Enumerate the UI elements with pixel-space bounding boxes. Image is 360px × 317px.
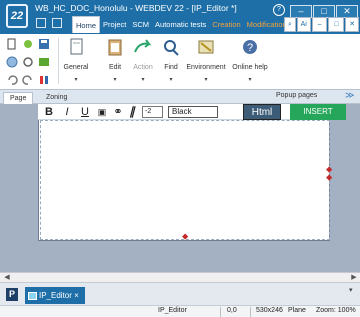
underline-button[interactable]: U xyxy=(80,105,90,119)
bold-button[interactable]: B xyxy=(44,105,54,119)
scroll-right-icon[interactable]: ▶ xyxy=(349,273,359,282)
ribbon-online-help-button[interactable]: ? Online help ▾ xyxy=(230,38,270,83)
panel-tabs: Page Zoning Popup pages ≫ xyxy=(0,90,360,104)
menu-bar: Home Project SCM Automatic tests Creatio… xyxy=(72,16,290,33)
window-title: WB_HC_DOC_Honolulu - WEBDEV 22 - [IP_Edi… xyxy=(35,3,237,13)
chevron-down-icon[interactable]: ▾ xyxy=(248,76,251,83)
html-editor-control[interactable] xyxy=(38,104,330,241)
resize-handle-right-icon[interactable]: ⬥ xyxy=(326,172,332,183)
svg-text:?: ? xyxy=(247,42,253,54)
status-separator xyxy=(220,307,221,317)
save-quick-icon[interactable] xyxy=(36,18,46,28)
document-icon xyxy=(70,38,83,55)
inner-maximize-button[interactable]: □ xyxy=(328,17,345,32)
ribbon-edit-label: Edit xyxy=(108,64,122,71)
editor-area: B I U ▣ ⚭ ∥ -2 Black Html INSERT ⬥ ⬥ ⬥ xyxy=(0,104,360,280)
globe-icon[interactable] xyxy=(6,56,18,68)
status-element-name: IP_Editor xyxy=(158,307,187,314)
insert-button[interactable]: INSERT xyxy=(290,104,346,120)
menu-automatic-tests[interactable]: Automatic tests xyxy=(152,16,209,33)
status-size: 530x246 xyxy=(256,307,283,314)
chevron-down-icon[interactable]: ▾ xyxy=(204,76,207,83)
ribbon-find-button[interactable]: Find ▾ xyxy=(158,38,184,83)
ribbon-environment-label: Environment xyxy=(186,64,226,71)
link-icon[interactable]: ⚭ xyxy=(112,105,124,119)
refresh-icon[interactable] xyxy=(22,56,34,68)
tab-zoning[interactable]: Zoning xyxy=(40,92,73,104)
insert-image-icon[interactable]: ▣ xyxy=(96,105,108,119)
chevron-down-icon[interactable]: ▾ xyxy=(74,76,77,83)
document-tab-bar: P IP_Editor × ▾ xyxy=(0,282,360,305)
ribbon-general-button[interactable]: General ▾ xyxy=(60,38,92,83)
chevron-down-icon[interactable]: ▾ xyxy=(141,76,144,83)
inner-close-button[interactable]: ✕ xyxy=(345,17,360,32)
undo-icon[interactable] xyxy=(6,74,18,86)
help-icon[interactable]: ? xyxy=(273,4,285,16)
redo-icon[interactable] xyxy=(22,74,34,86)
help-book-icon: ? xyxy=(243,40,257,54)
status-coordinates: 0,0 xyxy=(227,307,237,314)
status-separator xyxy=(250,307,251,317)
close-tab-icon[interactable]: × xyxy=(74,291,79,300)
open-project-icon[interactable] xyxy=(22,38,34,50)
ribbon-action-label: Action xyxy=(133,64,153,71)
clipboard-icon xyxy=(108,39,122,56)
chevron-down-icon[interactable]: ▾ xyxy=(113,76,116,83)
tab-page[interactable]: Page xyxy=(3,92,34,104)
double-chevron-icon[interactable]: ≫ xyxy=(345,90,354,101)
chevron-down-icon[interactable]: ▾ xyxy=(349,286,353,294)
menu-creation[interactable]: Creation xyxy=(209,16,243,33)
page-icon xyxy=(28,291,37,300)
menu-scm[interactable]: SCM xyxy=(129,16,152,33)
compare-icon[interactable] xyxy=(38,74,50,86)
status-plane[interactable]: Plane xyxy=(288,307,306,314)
menu-project[interactable]: Project xyxy=(100,16,129,33)
search-icon[interactable]: ⌕ xyxy=(284,17,296,32)
inner-minimize-button[interactable]: – xyxy=(311,17,328,32)
environment-icon xyxy=(198,40,214,54)
document-tab-ip-editor[interactable]: IP_Editor × xyxy=(25,287,85,304)
clear-format-icon[interactable]: ∥ xyxy=(126,105,138,119)
ribbon-general-label: General xyxy=(63,64,89,71)
ribbon-find-label: Find xyxy=(164,64,178,71)
text-color-select[interactable]: Black xyxy=(168,106,218,118)
ribbon: General ▾ Edit ▾ Action ▾ Find ▾ Environ… xyxy=(0,34,360,90)
menu-modification[interactable]: Modification xyxy=(244,16,290,33)
new-document-icon[interactable] xyxy=(6,38,18,50)
arrow-action-icon xyxy=(134,39,152,53)
italic-button[interactable]: I xyxy=(62,105,72,119)
font-size-select[interactable]: -2 xyxy=(142,106,163,118)
project-logo-icon[interactable]: P xyxy=(6,288,18,301)
test-go-icon[interactable] xyxy=(38,56,50,68)
scroll-left-icon[interactable]: ◀ xyxy=(2,273,12,282)
ai-label[interactable]: Ai xyxy=(296,17,311,32)
popup-pages-label[interactable]: Popup pages xyxy=(276,92,317,99)
magnifier-icon xyxy=(164,40,179,56)
window-list-quick-icon[interactable] xyxy=(52,18,62,28)
status-zoom[interactable]: Zoom: 100% xyxy=(316,307,356,314)
title-bar: 22 WB_HC_DOC_Honolulu - WEBDEV 22 - [IP_… xyxy=(0,0,360,34)
resize-handle-bottom-icon[interactable]: ⬥ xyxy=(182,231,188,242)
search-strip: ⌕ Ai – □ ✕ xyxy=(284,17,360,34)
ribbon-separator xyxy=(58,38,59,84)
menu-home[interactable]: Home xyxy=(72,16,101,33)
html-button[interactable]: Html xyxy=(243,104,281,120)
save-icon[interactable] xyxy=(38,38,50,50)
editor-toolbar: B I U ▣ ⚭ ∥ -2 Black Html INSERT xyxy=(38,104,346,120)
status-bar: IP_Editor 0,0 530x246 Plane Zoom: 100% xyxy=(0,305,360,317)
ribbon-environment-button[interactable]: Environment ▾ xyxy=(184,38,228,83)
ribbon-edit-button[interactable]: Edit ▾ xyxy=(102,38,128,83)
chevron-down-icon[interactable]: ▾ xyxy=(169,76,172,83)
horizontal-scrollbar[interactable]: ◀ ▶ xyxy=(0,272,360,282)
webdev-logo-icon[interactable]: 22 xyxy=(6,4,28,28)
document-tab-label: IP_Editor xyxy=(39,291,72,300)
ribbon-online-help-label: Online help xyxy=(232,64,268,71)
ribbon-action-button[interactable]: Action ▾ xyxy=(130,38,156,83)
